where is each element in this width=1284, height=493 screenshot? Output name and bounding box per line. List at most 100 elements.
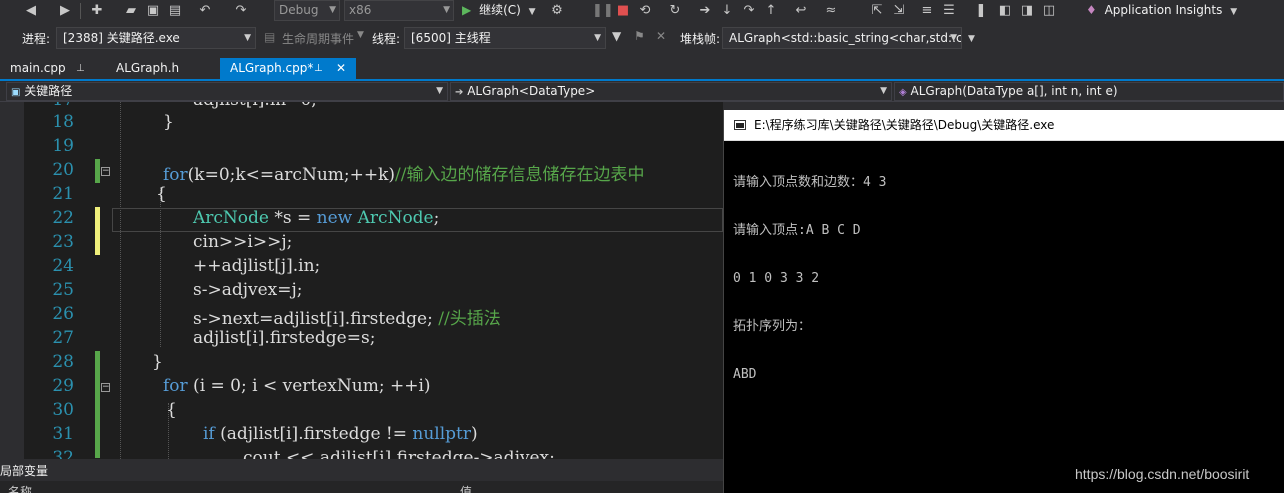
locals-panel-title[interactable]: 局部变量: [0, 461, 723, 481]
column-value-header[interactable]: 值: [460, 483, 472, 493]
diagnostics-icon[interactable]: ≈: [822, 2, 840, 20]
method-icon: ◈: [899, 87, 907, 98]
platform-select[interactable]: x86 ▼: [344, 0, 454, 21]
collapse-icon[interactable]: −: [101, 167, 110, 176]
member-select[interactable]: ◈ ALGraph(DataType a[], int n, int e): [894, 82, 1284, 101]
format-icon[interactable]: ☰: [940, 2, 958, 20]
filter-icon[interactable]: ▼: [612, 29, 621, 43]
continue-button[interactable]: ▶ 继续(C) ▼: [462, 0, 536, 21]
code-line: adjlist[i].in=0;: [193, 102, 317, 110]
console-app-icon: [734, 120, 746, 130]
overflow-icon[interactable]: ▼: [968, 34, 975, 44]
collapse-icon[interactable]: −: [101, 383, 110, 392]
new-project-icon[interactable]: ✚: [88, 2, 106, 20]
code-line: {: [156, 184, 167, 204]
thread-label: 线程:: [372, 32, 401, 46]
console-titlebar[interactable]: E:\程序练习库\关键路径\关键路径\Debug\关键路径.exe: [724, 110, 1284, 141]
undo-icon[interactable]: ↶: [196, 2, 214, 20]
back-icon[interactable]: ◀: [22, 2, 40, 20]
line-number: 20: [52, 160, 74, 180]
code-line: cin>>i>>j;: [193, 232, 293, 252]
console-output: 请输入顶点数和边数：4 3 请输入顶点:A B C D 0 1 0 3 3 2 …: [733, 143, 1278, 415]
chevron-down-icon[interactable]: ▼: [357, 30, 364, 40]
code-line-20: for(k=0;k<=arcNum;++k)//输入边的储存信息储存在边表中: [163, 165, 645, 185]
line-number: 24: [52, 256, 74, 276]
tab-main-cpp[interactable]: main.cpp ⊥: [0, 58, 104, 79]
open-folder-icon[interactable]: ▰: [122, 2, 140, 20]
tab-algraph-h[interactable]: ALGraph.h: [106, 58, 218, 79]
forward-icon[interactable]: ▶: [56, 2, 74, 20]
flag-icon[interactable]: ⚑: [634, 29, 645, 43]
project-select[interactable]: ▣ 关键路径 ▼: [6, 82, 448, 101]
solution-config-value: Debug: [279, 3, 319, 17]
uncomment-icon[interactable]: ⇲: [890, 2, 908, 20]
app-insights-button[interactable]: ♦ Application Insights ▼: [1086, 0, 1237, 21]
line-number: 25: [52, 280, 74, 300]
pause-icon[interactable]: ❚❚: [592, 2, 614, 20]
line-number: 31: [52, 424, 74, 444]
tab-algraph-cpp[interactable]: ALGraph.cpp* ⊥ ✕: [220, 58, 356, 79]
step-out-icon[interactable]: ↑: [762, 2, 780, 20]
bookmark-prev-icon[interactable]: ◧: [996, 2, 1014, 20]
stackframe-label: 堆栈帧:: [680, 32, 721, 46]
tab-label: ALGraph.h: [116, 61, 180, 75]
line-number: 30: [52, 400, 74, 420]
unsaved-change-bar: [95, 207, 100, 255]
step-back-icon[interactable]: ↩: [792, 2, 810, 20]
column-name-header[interactable]: 名称: [8, 483, 32, 493]
comment-icon[interactable]: ⇱: [868, 2, 886, 20]
process-select[interactable]: [2388] 关键路径.exe ▼: [56, 27, 256, 49]
bookmark-icon[interactable]: ❚: [972, 2, 990, 20]
watermark: https://blog.csdn.net/boosirit: [1075, 466, 1250, 482]
pin-icon[interactable]: ⊥: [76, 58, 85, 79]
bookmark-next-icon[interactable]: ◨: [1018, 2, 1036, 20]
bookmark-clear-icon[interactable]: ◫: [1040, 2, 1058, 20]
stop-icon[interactable]: ■: [614, 2, 632, 20]
line-number: 17: [30, 102, 74, 110]
step-over-icon[interactable]: ↷: [740, 2, 758, 20]
saved-change-bar: [95, 351, 100, 458]
tab-label: main.cpp: [10, 61, 66, 75]
step-into-icon[interactable]: ↓: [718, 2, 736, 20]
line-number: 21: [52, 184, 74, 204]
line-number: 18: [52, 112, 74, 132]
redo-icon[interactable]: ↷: [232, 2, 250, 20]
attach-icon[interactable]: ⚙: [548, 2, 566, 20]
main-toolbar: ◀ ▶ ✚ ▰ ▣ ▤ ↶ ↷ Debug ▼ x86 ▼ ▶ 继续(C) ▼ …: [0, 0, 1284, 22]
chevron-down-icon[interactable]: ▼: [1230, 7, 1237, 17]
restart-icon[interactable]: ⟲: [636, 2, 654, 20]
thread-select[interactable]: [6500] 主线程 ▼: [404, 27, 606, 49]
play-icon: ▶: [462, 3, 472, 17]
code-line: ++adjlist[j].in;: [193, 256, 321, 276]
hot-reload-icon[interactable]: ↻: [666, 2, 684, 20]
member-value: ALGraph(DataType a[], int n, int e): [910, 84, 1118, 98]
lifecycle-events-button[interactable]: 生命周期事件: [282, 30, 354, 47]
app-insights-label: Application Insights: [1104, 3, 1223, 17]
project-value: 关键路径: [24, 84, 73, 98]
save-icon[interactable]: ▣: [144, 2, 162, 20]
align-icon[interactable]: ≡: [918, 2, 936, 20]
chevron-down-icon[interactable]: ▼: [529, 7, 536, 17]
scope-select[interactable]: ➔ ALGraph<DataType> ▼: [450, 82, 892, 101]
save-all-icon[interactable]: ▤: [166, 2, 184, 20]
close-icon[interactable]: ✕: [336, 58, 346, 79]
line-number: 26: [52, 304, 74, 324]
thread-value: [6500] 主线程: [411, 31, 491, 45]
console-line: 请输入顶点数和边数：4 3: [733, 175, 887, 190]
code-line: s->adjvex=j;: [193, 280, 303, 300]
pin-icon[interactable]: ⊥: [314, 58, 323, 79]
code-line-22: ArcNode *s = new ArcNode;: [193, 208, 440, 228]
solution-config-select[interactable]: Debug ▼: [274, 0, 340, 21]
saved-change-bar: [95, 159, 100, 183]
line-number: 22: [52, 208, 74, 228]
stackframe-select[interactable]: ALGraph<std::basic_string<char,std::cl ▼: [722, 27, 962, 49]
stackframe-value: ALGraph<std::basic_string<char,std::cl: [729, 31, 962, 45]
show-next-statement-icon[interactable]: ➔: [696, 2, 714, 20]
locals-header: 名称 值: [0, 481, 723, 493]
toggle-threads-icon[interactable]: ✕: [656, 29, 666, 43]
code-editor[interactable]: − − 17 18 19 20 21 22 23 24 25 26 27 28 …: [0, 102, 723, 459]
line-number: 19: [52, 136, 74, 156]
code-line: adjlist[i].firstedge=s;: [193, 328, 376, 348]
console-window[interactable]: E:\程序练习库\关键路径\关键路径\Debug\关键路径.exe 请输入顶点数…: [723, 110, 1284, 493]
line-number: 23: [52, 232, 74, 252]
